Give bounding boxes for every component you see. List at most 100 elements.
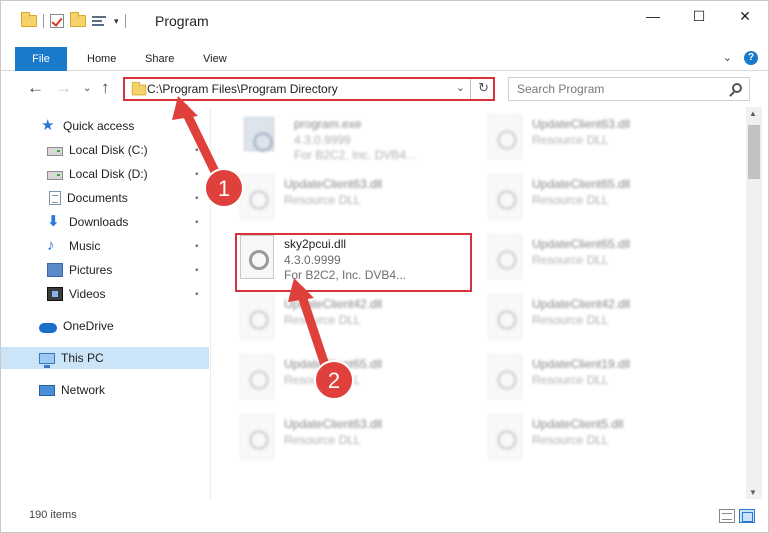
address-bar[interactable]: C:\Program Files\Program Directory ⌄ ↻ [123, 77, 495, 101]
vertical-scrollbar[interactable]: ▲ ▼ [746, 107, 762, 499]
pin-icon[interactable]: ▪ [195, 169, 199, 180]
documents-icon [49, 191, 61, 205]
dll-file-icon [488, 235, 522, 279]
sidebar-item-documents[interactable]: Documents ▪ [1, 187, 209, 209]
file-type: Resource DLL [532, 373, 609, 387]
file-name: UpdateClient42.dll [284, 297, 383, 311]
scroll-up-icon[interactable]: ▲ [749, 109, 757, 118]
navigation-pane: ★ Quick access Local Disk (C:) ▪ Local D… [1, 109, 211, 499]
tab-share[interactable]: Share [145, 47, 174, 71]
dll-file-icon [488, 355, 522, 399]
dll-file-icon [240, 355, 274, 399]
sidebar-item-onedrive[interactable]: OneDrive [1, 315, 209, 337]
navigation-bar: ← → ⌄ ↑ C:\Program Files\Program Directo… [1, 73, 768, 105]
tab-view[interactable]: View [203, 47, 227, 71]
file-type: Resource DLL [532, 253, 609, 267]
search-icon[interactable] [732, 83, 742, 93]
file-type: Resource DLL [284, 313, 361, 327]
sidebar-item-label: This PC [61, 351, 104, 365]
file-name: UpdateClient42.dll [532, 297, 631, 311]
dll-file-icon [488, 415, 522, 459]
tab-file[interactable]: File [15, 47, 67, 71]
help-icon[interactable]: ? [744, 51, 758, 65]
address-divider [470, 79, 471, 99]
forward-arrow-icon[interactable]: → [55, 78, 72, 98]
file-tile[interactable]: UpdateClient42.dll Resource DLL [230, 289, 460, 345]
pin-icon[interactable]: ▪ [195, 289, 199, 300]
recent-locations-icon[interactable]: ⌄ [83, 83, 91, 94]
file-tile[interactable]: UpdateClient19.dll Resource DLL [478, 349, 708, 405]
status-bar: 190 items [1, 503, 768, 532]
file-list: program.exe 4.3.0.9999 For B2C2, Inc. DV… [214, 107, 744, 499]
pictures-icon [47, 263, 63, 277]
close-button[interactable]: ✕ [722, 1, 768, 31]
file-tile[interactable]: program.exe 4.3.0.9999 For B2C2, Inc. DV… [214, 109, 444, 165]
pin-icon[interactable]: ▪ [195, 217, 199, 228]
maximize-button[interactable]: ☐ [676, 1, 722, 31]
expand-ribbon-icon[interactable]: ⌄ [723, 51, 732, 64]
item-count: 190 items [29, 509, 77, 521]
sidebar-item-videos[interactable]: Videos ▪ [1, 283, 209, 305]
file-explorer-window: ▾ Program — ☐ ✕ File Home Share View ⌄ ?… [0, 0, 769, 533]
file-tile[interactable]: UpdateClient63.dll Resource DLL [230, 169, 460, 225]
minimize-button[interactable]: — [630, 1, 676, 31]
sidebar-item-network[interactable]: Network [1, 379, 209, 401]
address-path[interactable]: C:\Program Files\Program Directory [147, 82, 338, 96]
sidebar-item-downloads[interactable]: ⬇ Downloads ▪ [1, 211, 209, 233]
file-type: Resource DLL [532, 433, 609, 447]
sidebar-item-label: Quick access [63, 119, 135, 133]
back-arrow-icon[interactable]: ← [27, 78, 44, 98]
qat-dropdown-icon[interactable]: ▾ [114, 16, 119, 27]
address-dropdown-icon[interactable]: ⌄ [456, 81, 465, 94]
file-name: UpdateClient19.dll [532, 357, 631, 371]
sidebar-item-this-pc[interactable]: This PC [1, 347, 209, 369]
window-controls: — ☐ ✕ [630, 1, 768, 31]
pin-icon[interactable]: ▪ [195, 241, 199, 252]
download-arrow-icon: ⬇ [47, 213, 60, 230]
sidebar-item-music[interactable]: ♪ Music ▪ [1, 235, 209, 257]
file-name: UpdateClient63.dll [284, 417, 383, 431]
pin-icon[interactable]: ▪ [195, 193, 199, 204]
disk-icon [47, 171, 63, 180]
pin-icon[interactable]: ▪ [195, 145, 199, 156]
file-tile[interactable]: UpdateClient42.dll Resource DLL [478, 289, 708, 345]
file-type: Resource DLL [532, 133, 609, 147]
sidebar-item-label: Music [69, 239, 101, 253]
file-tile[interactable]: UpdateClient65.dll Resource DLL [230, 349, 460, 405]
film-icon [47, 287, 63, 301]
sidebar-item-label: Videos [69, 287, 106, 301]
tab-home[interactable]: Home [87, 47, 116, 71]
folder-icon [131, 81, 147, 96]
properties-check-icon[interactable] [50, 14, 64, 28]
file-name: program.exe [294, 117, 362, 131]
details-view-icon[interactable] [719, 509, 735, 523]
up-arrow-icon[interactable]: ↑ [101, 78, 110, 98]
scroll-down-icon[interactable]: ▼ [749, 488, 757, 497]
computer-icon [39, 352, 55, 368]
file-name: UpdateClient65.dll [532, 177, 631, 191]
pin-icon[interactable]: ▪ [195, 265, 199, 276]
cloud-icon [39, 322, 57, 333]
search-input[interactable]: Search Program [508, 77, 750, 101]
title-bar: ▾ Program — ☐ ✕ [1, 1, 768, 41]
sidebar-item-local-disk-d[interactable]: Local Disk (D:) ▪ [1, 163, 209, 185]
toolbar-separator [124, 14, 126, 28]
new-folder-icon[interactable] [70, 12, 86, 27]
file-tile[interactable]: UpdateClient63.dll Resource DLL [478, 109, 708, 165]
network-icon [39, 384, 55, 396]
folder-icon [21, 12, 37, 27]
scroll-thumb[interactable] [748, 125, 760, 179]
sidebar-item-local-disk-c[interactable]: Local Disk (C:) ▪ [1, 139, 209, 161]
tiles-view-icon[interactable] [739, 509, 755, 523]
file-tile[interactable]: UpdateClient65.dll Resource DLL [478, 229, 708, 285]
file-type: Resource DLL [284, 193, 361, 207]
refresh-icon[interactable]: ↻ [478, 80, 489, 96]
file-tile[interactable]: UpdateClient63.dll Resource DLL [230, 409, 460, 465]
toolbar-separator [43, 14, 44, 28]
file-tile[interactable]: UpdateClient65.dll Resource DLL [478, 169, 708, 225]
file-type: Resource DLL [284, 373, 361, 387]
customize-toolbar-icon[interactable] [92, 14, 108, 28]
dll-file-icon [240, 295, 274, 339]
file-tile[interactable]: UpdateClient5.dll Resource DLL [478, 409, 708, 465]
sidebar-item-pictures[interactable]: Pictures ▪ [1, 259, 209, 281]
